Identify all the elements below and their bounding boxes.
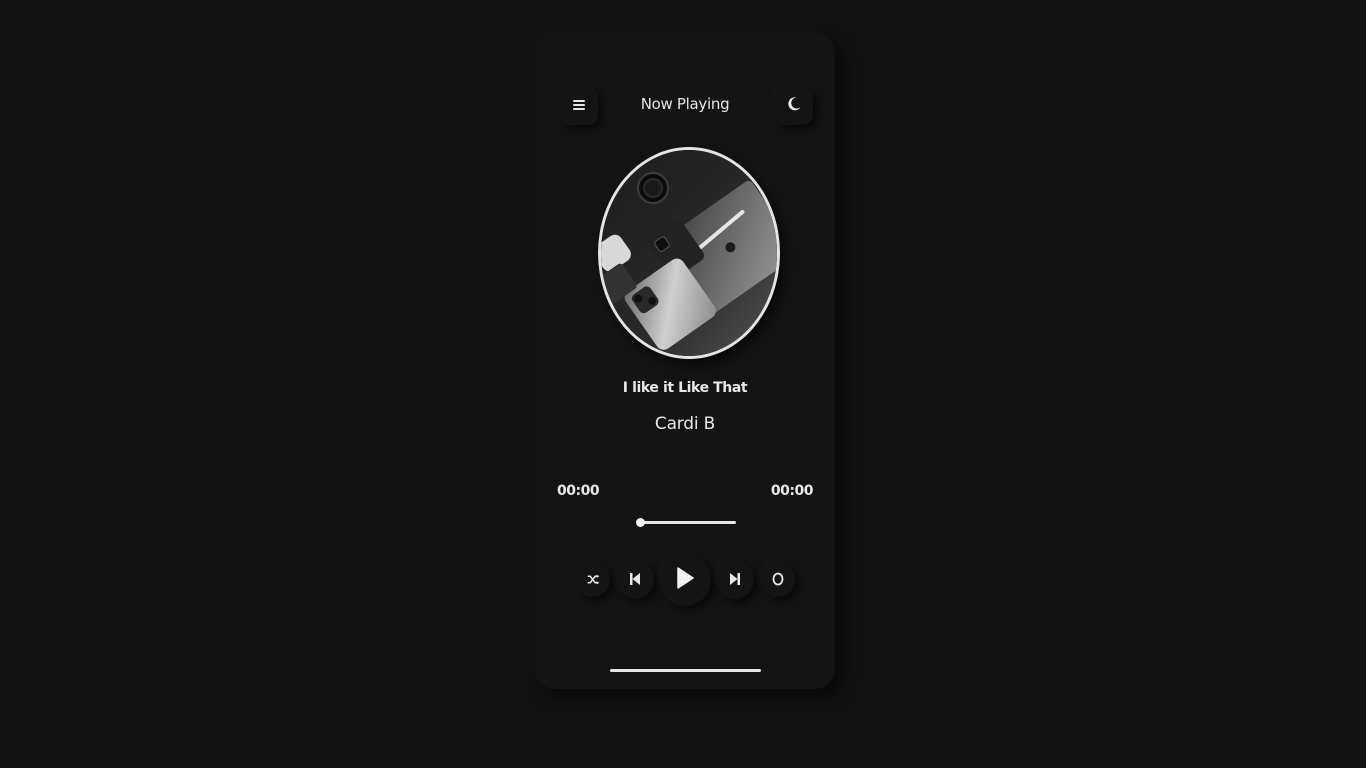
page-title: Now Playing bbox=[640, 95, 730, 113]
play-icon bbox=[676, 567, 694, 593]
shuffle-icon bbox=[587, 571, 600, 590]
hamburger-menu-icon bbox=[572, 97, 586, 116]
current-time: 00:00 bbox=[557, 483, 600, 499]
total-time: 00:00 bbox=[770, 483, 814, 499]
repeat-icon bbox=[771, 571, 785, 590]
progress-thumb[interactable] bbox=[636, 518, 645, 527]
shuffle-button[interactable] bbox=[576, 563, 610, 597]
next-button[interactable] bbox=[716, 561, 754, 599]
skip-next-icon bbox=[729, 571, 741, 590]
repeat-button[interactable] bbox=[761, 563, 795, 597]
song-title: I like it Like That bbox=[622, 380, 748, 396]
skip-previous-icon bbox=[629, 571, 641, 590]
artist-name: Cardi B bbox=[654, 414, 716, 434]
menu-button[interactable] bbox=[560, 87, 598, 125]
progress-slider[interactable] bbox=[636, 518, 736, 527]
music-player-card: Now Playing I like it Like That Cardi B … bbox=[535, 33, 835, 689]
moon-icon bbox=[786, 96, 802, 116]
album-art bbox=[598, 147, 780, 359]
theme-toggle-button[interactable] bbox=[775, 87, 813, 125]
page: Now Playing I like it Like That Cardi B … bbox=[0, 0, 1366, 768]
home-indicator bbox=[610, 669, 761, 672]
previous-button[interactable] bbox=[616, 561, 654, 599]
play-button[interactable] bbox=[659, 554, 711, 606]
